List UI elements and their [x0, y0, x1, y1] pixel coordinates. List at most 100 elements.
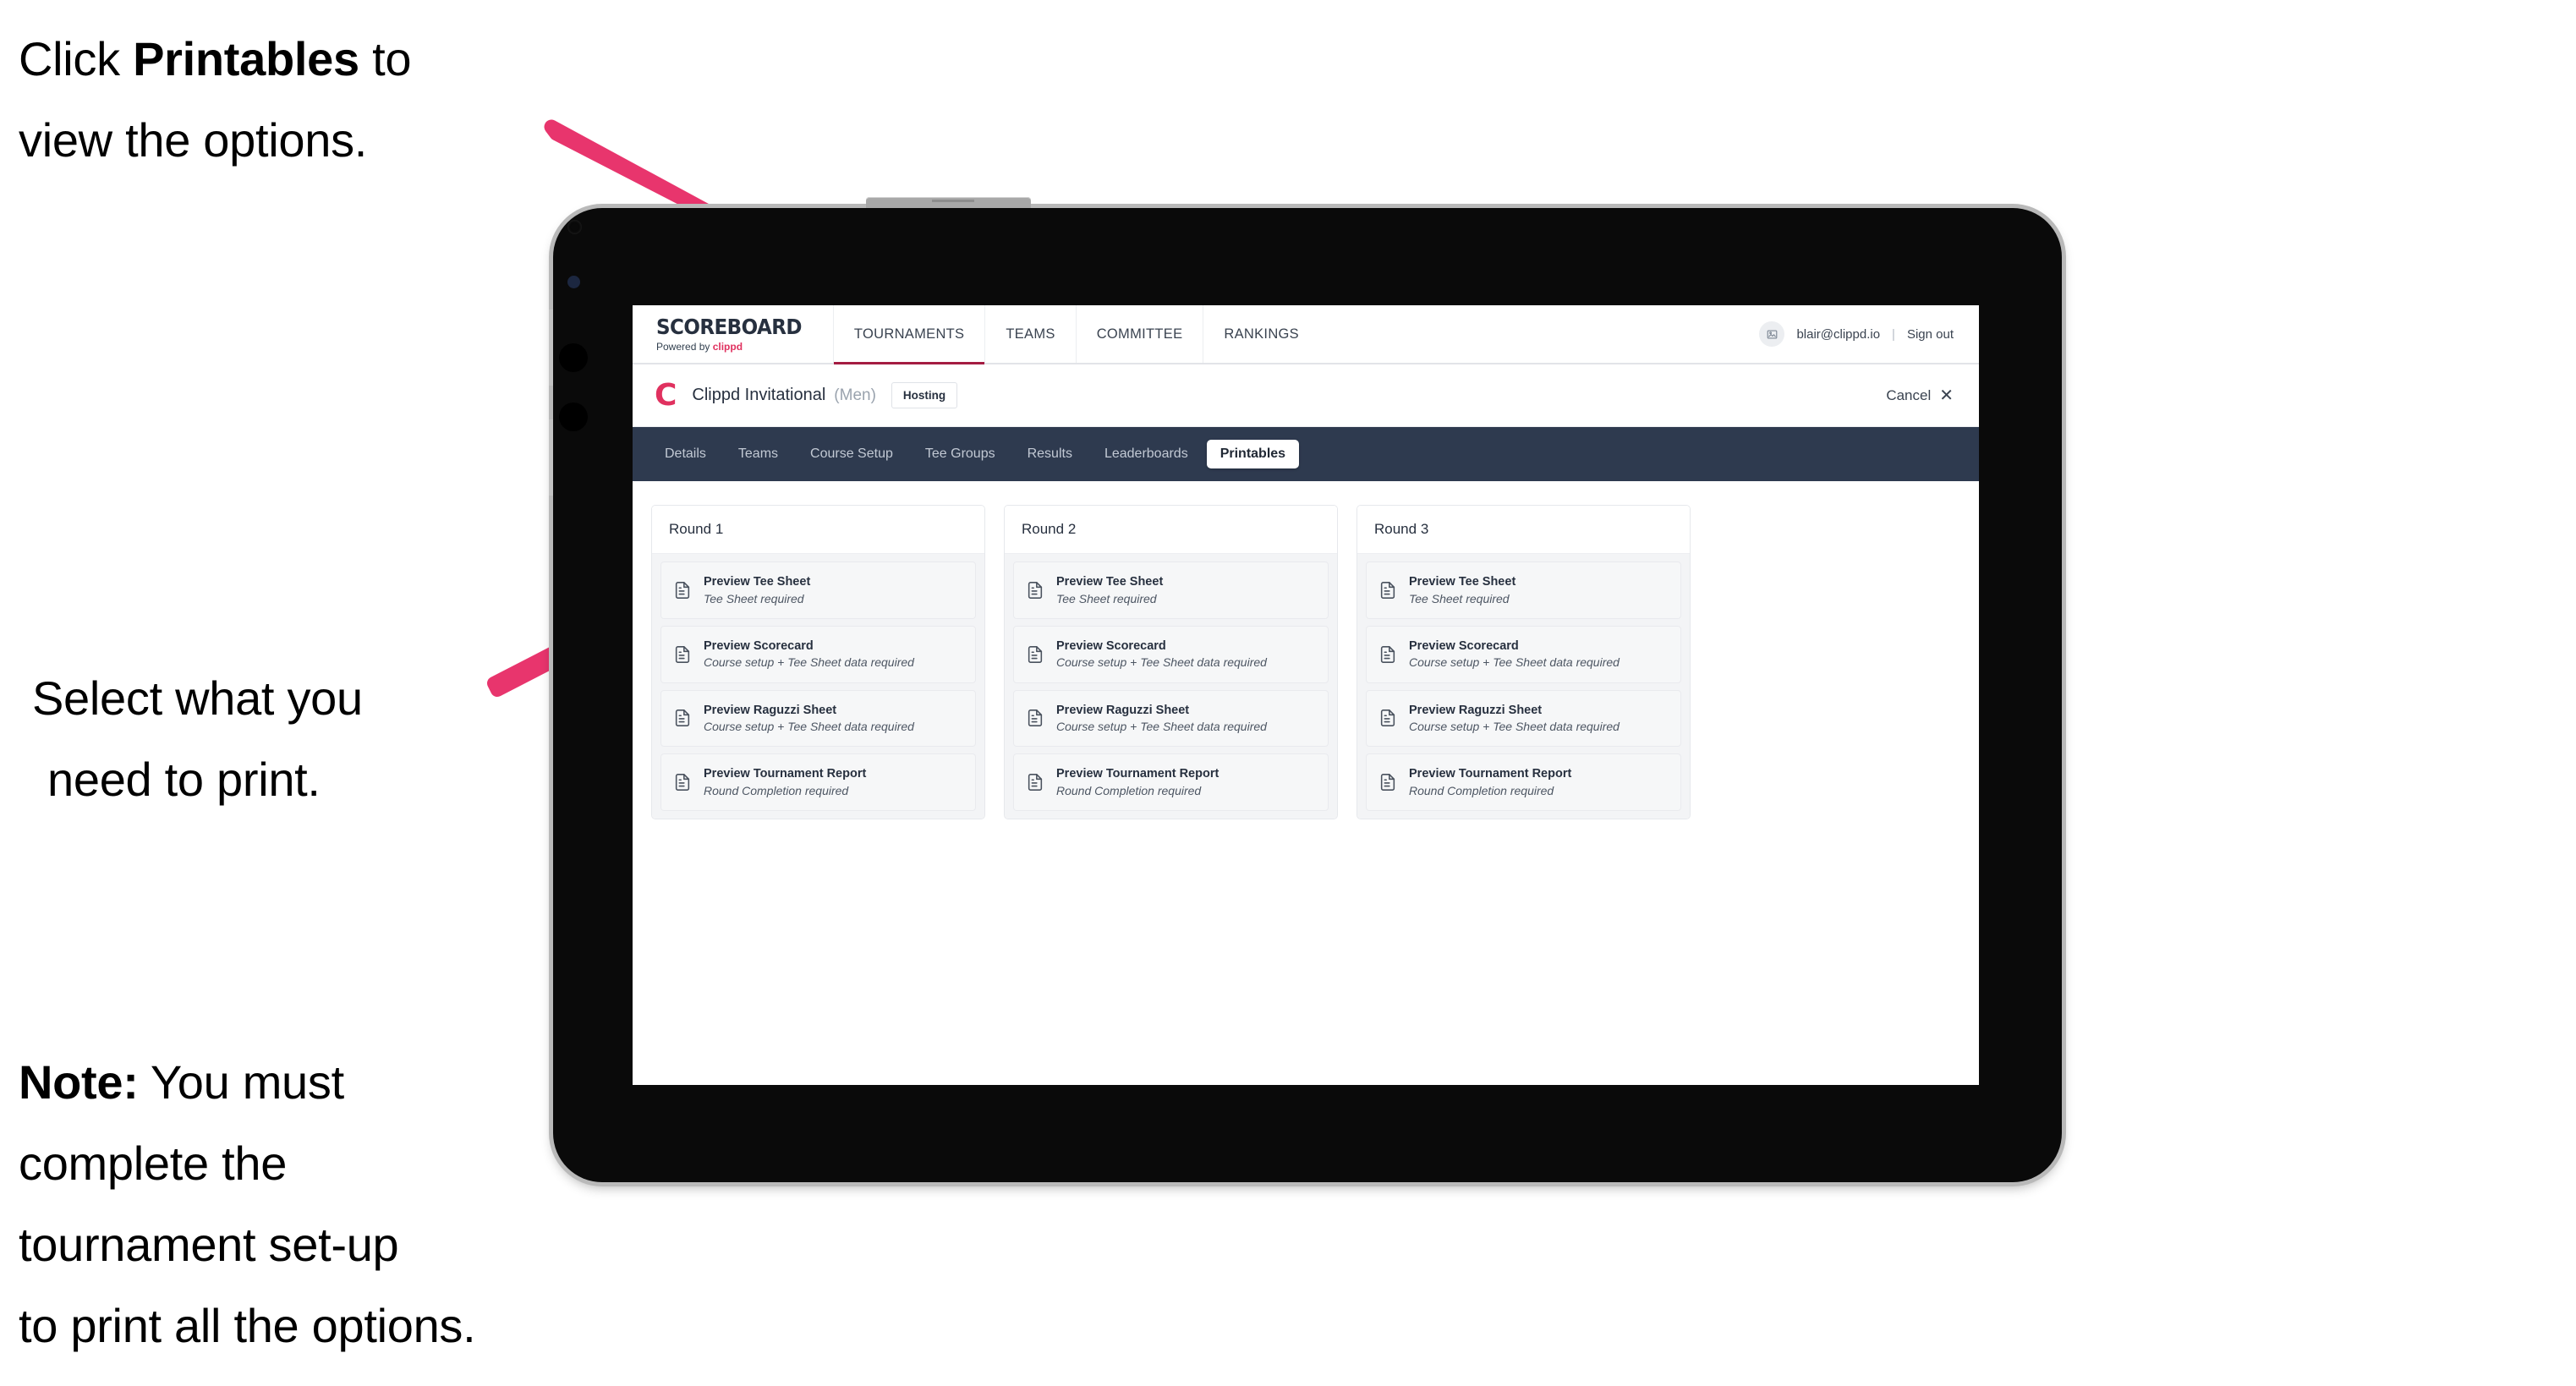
global-topnav: SCOREBOARD Powered by clippd TOURNAMENTS… — [633, 305, 1979, 364]
user-separator: | — [1892, 326, 1895, 342]
printable-item-requirement: Round Completion required — [1056, 783, 1202, 797]
printable-item-title: Preview Raguzzi Sheet — [1056, 703, 1190, 717]
annotation-click-printables: Click Printables to view the options. — [19, 19, 560, 181]
printable-item-tournament-report[interactable]: Preview Tournament Report Round Completi… — [1366, 753, 1681, 812]
tab-printables[interactable]: Printables — [1206, 440, 1300, 468]
printable-item-tournament-report[interactable]: Preview Tournament Report Round Completi… — [660, 753, 976, 812]
power-button[interactable] — [866, 197, 1031, 208]
tab-results[interactable]: Results — [1014, 440, 1086, 468]
annotation-top-bold: Printables — [133, 32, 359, 85]
printable-item-raguzzi-sheet[interactable]: Preview Raguzzi Sheet Course setup + Tee… — [1366, 689, 1681, 748]
round-title: Round 3 — [1357, 506, 1690, 554]
topnav-label-committee: COMMITTEE — [1096, 326, 1183, 342]
volume-up-button[interactable] — [559, 343, 588, 372]
topnav-item-committee[interactable]: COMMITTEE — [1075, 305, 1203, 363]
printable-item-title: Preview Tournament Report — [1409, 767, 1572, 781]
printable-item-requirement: Round Completion required — [1409, 783, 1554, 797]
printable-item-requirement: Tee Sheet required — [704, 591, 804, 605]
tab-details[interactable]: Details — [651, 440, 720, 468]
round-column: Round 2 Preview Tee Sheet Tee Sheet requ… — [1004, 505, 1338, 820]
document-icon — [1026, 645, 1044, 664]
printable-item-tee-sheet[interactable]: Preview Tee Sheet Tee Sheet required — [1366, 562, 1681, 619]
scoreboard-brand-logo[interactable]: SCOREBOARD Powered by clippd — [633, 305, 833, 363]
printable-item-title: Preview Tee Sheet — [704, 575, 811, 589]
round-items-list: Preview Tee Sheet Tee Sheet required Pre… — [652, 554, 984, 819]
document-icon — [1378, 709, 1397, 727]
annotation-top-line2: view the options. — [19, 113, 368, 167]
printable-item-requirement: Tee Sheet required — [1409, 591, 1510, 605]
tab-label-printables: Printables — [1219, 446, 1286, 461]
document-icon — [1378, 581, 1397, 600]
tournament-gender: (Men) — [834, 386, 876, 404]
document-icon — [1378, 773, 1397, 792]
tab-label-leaderboards: Leaderboards — [1104, 446, 1188, 461]
round-items-list: Preview Tee Sheet Tee Sheet required Pre… — [1357, 554, 1690, 819]
annotation-middle-line2: need to print. — [47, 753, 321, 806]
printable-item-requirement: Course setup + Tee Sheet data required — [1409, 655, 1620, 670]
annotation-middle-line1: Select what you — [32, 671, 363, 725]
volume-rail-upper — [549, 310, 553, 386]
printable-item-tee-sheet[interactable]: Preview Tee Sheet Tee Sheet required — [1013, 562, 1329, 619]
printable-item-title: Preview Tournament Report — [704, 767, 867, 781]
sign-out-link[interactable]: Sign out — [1907, 327, 1954, 342]
printable-item-scorecard[interactable]: Preview Scorecard Course setup + Tee She… — [1013, 625, 1329, 683]
printable-item-title: Preview Raguzzi Sheet — [704, 703, 837, 717]
hosting-status-badge: Hosting — [891, 382, 958, 408]
brand-sub-clippd: clippd — [712, 340, 743, 353]
document-icon — [673, 581, 692, 600]
printable-item-requirement: Course setup + Tee Sheet data required — [1056, 655, 1267, 670]
brand-subtitle: Powered by clippd — [656, 341, 814, 353]
round-title: Round 2 — [1005, 506, 1337, 554]
printable-item-requirement: Tee Sheet required — [1056, 591, 1157, 605]
tournament-name: Clippd Invitational — [692, 386, 826, 404]
tab-label-teams: Teams — [737, 446, 779, 461]
tab-label-results: Results — [1027, 446, 1072, 461]
printable-item-scorecard[interactable]: Preview Scorecard Course setup + Tee She… — [660, 625, 976, 683]
printable-item-raguzzi-sheet[interactable]: Preview Raguzzi Sheet Course setup + Tee… — [1013, 689, 1329, 748]
tournament-header-bar: C Clippd Invitational (Men) Hosting Canc… — [633, 364, 1979, 427]
topnav-item-teams[interactable]: TEAMS — [984, 305, 1075, 363]
printable-item-title: Preview Scorecard — [704, 638, 814, 653]
volume-down-button[interactable] — [559, 403, 588, 431]
volume-rail-lower — [549, 419, 553, 496]
round-column: Round 3 Preview Tee Sheet Tee Sheet requ… — [1357, 505, 1691, 820]
clippd-logo-icon: C — [655, 377, 677, 413]
close-icon: ✕ — [1939, 386, 1954, 405]
cancel-button[interactable]: Cancel ✕ — [1886, 387, 1954, 404]
topnav-item-rankings[interactable]: RANKINGS — [1203, 305, 1319, 363]
document-icon — [673, 645, 692, 664]
document-icon — [1026, 709, 1044, 727]
topnav-label-teams: TEAMS — [1006, 326, 1055, 342]
printable-item-scorecard[interactable]: Preview Scorecard Course setup + Tee She… — [1366, 625, 1681, 683]
annotation-top-post: to — [359, 32, 412, 85]
round-items-list: Preview Tee Sheet Tee Sheet required Pre… — [1005, 554, 1337, 819]
topnav-label-tournaments: TOURNAMENTS — [853, 326, 965, 342]
app-screen: SCOREBOARD Powered by clippd TOURNAMENTS… — [633, 305, 1979, 1085]
tab-course-setup[interactable]: Course Setup — [797, 440, 907, 468]
topnav-item-tournaments[interactable]: TOURNAMENTS — [832, 305, 985, 364]
tab-teams[interactable]: Teams — [725, 440, 792, 468]
printable-item-tee-sheet[interactable]: Preview Tee Sheet Tee Sheet required — [660, 562, 976, 619]
annotation-note-line1: You must — [138, 1055, 344, 1109]
printables-content: Round 1 Preview Tee Sheet Tee Sheet requ… — [633, 481, 1979, 844]
printable-item-title: Preview Tournament Report — [1056, 767, 1219, 781]
document-icon — [1026, 581, 1044, 600]
tab-leaderboards[interactable]: Leaderboards — [1091, 440, 1202, 468]
topnav-user-area: blair@clippd.io | Sign out — [1759, 305, 1979, 363]
user-avatar-icon[interactable] — [1759, 321, 1785, 347]
screenshot-stage: Click Printables to view the options. Se… — [0, 0, 2576, 1386]
round-title: Round 1 — [652, 506, 984, 554]
printable-item-requirement: Course setup + Tee Sheet data required — [1056, 720, 1267, 734]
printable-item-raguzzi-sheet[interactable]: Preview Raguzzi Sheet Course setup + Tee… — [660, 689, 976, 748]
user-email: blair@clippd.io — [1796, 326, 1881, 342]
tab-tee-groups[interactable]: Tee Groups — [912, 440, 1009, 468]
printable-item-requirement: Course setup + Tee Sheet data required — [704, 720, 914, 734]
tablet-device-frame: SCOREBOARD Powered by clippd TOURNAMENTS… — [549, 197, 2062, 1182]
printable-item-tournament-report[interactable]: Preview Tournament Report Round Completi… — [1013, 753, 1329, 812]
printable-item-title: Preview Tee Sheet — [1056, 575, 1164, 589]
document-icon — [1378, 645, 1397, 664]
printable-item-title: Preview Tee Sheet — [1409, 575, 1516, 589]
annotation-note-bold: Note: — [19, 1055, 139, 1109]
ambient-light-sensor-icon — [567, 276, 580, 288]
brand-title: SCOREBOARD — [656, 314, 803, 339]
